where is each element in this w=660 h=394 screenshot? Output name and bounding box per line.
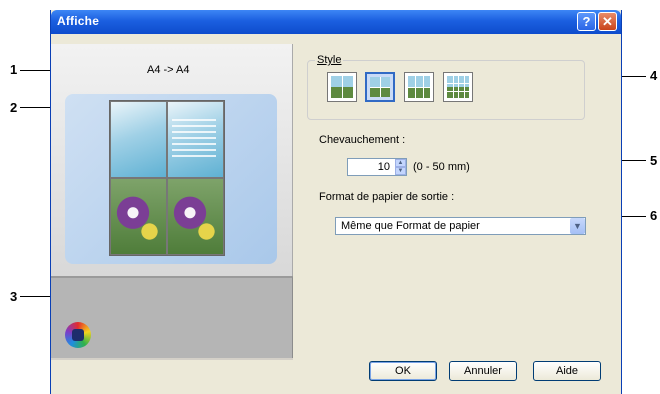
camera-icon — [72, 329, 84, 341]
callout-1: 1 — [10, 62, 18, 77]
callout-2: 2 — [10, 100, 18, 115]
paper-size-label: A4 -> A4 — [147, 64, 190, 76]
overlap-spinner[interactable]: ▲ ▼ — [395, 159, 406, 175]
callout-3: 3 — [10, 289, 18, 304]
color-logo-icon[interactable] — [65, 322, 91, 348]
output-paper-select[interactable]: Même que Format de papier — [335, 217, 586, 235]
style-1-icon — [331, 76, 353, 98]
chevron-down-icon[interactable]: ▼ — [570, 218, 585, 234]
window-title: Affiche — [57, 14, 100, 28]
preview-panel: A4 -> A4 — [51, 44, 293, 360]
style-option-4[interactable] — [443, 72, 473, 102]
spin-up-icon[interactable]: ▲ — [395, 159, 406, 167]
cancel-button[interactable]: Annuler — [449, 361, 517, 381]
affiche-dialog: Affiche ? ✕ A4 -> A4 Style Chevauchement… — [50, 10, 622, 394]
poster-preview-image — [109, 100, 225, 256]
spin-down-icon[interactable]: ▼ — [395, 167, 406, 175]
close-icon[interactable]: ✕ — [598, 12, 617, 31]
poster-tile — [110, 178, 167, 255]
title-bar[interactable]: Affiche ? ✕ — [51, 10, 621, 34]
ok-button[interactable]: OK — [369, 361, 437, 381]
style-option-3[interactable] — [404, 72, 434, 102]
callout-4: 4 — [650, 68, 658, 83]
callout-6: 6 — [650, 208, 658, 223]
style-label: Style — [315, 54, 344, 66]
preview-footer — [51, 276, 293, 358]
poster-tile — [167, 178, 224, 255]
poster-tile — [110, 101, 167, 178]
help-button[interactable]: Aide — [533, 361, 601, 381]
style-4-icon — [447, 76, 469, 98]
poster-text-lines — [172, 119, 216, 159]
style-option-2[interactable] — [365, 72, 395, 102]
callout-5: 5 — [650, 153, 658, 168]
help-icon[interactable]: ? — [577, 12, 596, 31]
preview-area: A4 -> A4 — [51, 44, 293, 276]
style-3-icon — [408, 76, 430, 98]
style-2-icon — [370, 77, 390, 97]
output-paper-label: Format de papier de sortie : — [319, 191, 455, 203]
style-option-1[interactable] — [327, 72, 357, 102]
overlap-label: Chevauchement : — [319, 134, 406, 146]
overlap-range: (0 - 50 mm) — [413, 161, 470, 173]
